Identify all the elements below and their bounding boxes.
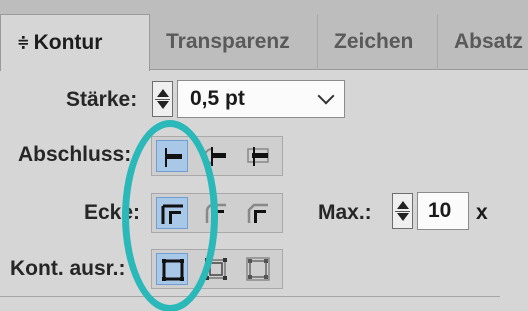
stepper-up-icon[interactable]: [157, 89, 169, 97]
bevel-join-icon: [247, 203, 268, 223]
ecke-group: [151, 193, 283, 233]
kontur-ausrichten-group: [151, 249, 283, 289]
panel-divider: [0, 296, 500, 297]
tab-kontur[interactable]: ≑ Kontur: [0, 14, 150, 71]
staerke-field[interactable]: 0,5 pt: [177, 80, 345, 118]
stepper-divider: [155, 99, 170, 100]
tab-zeichen[interactable]: Zeichen: [318, 14, 438, 70]
panel-tab-bar: ≑ Kontur Transparenz Zeichen Absatz: [0, 0, 528, 71]
align-inside-button[interactable]: [200, 253, 232, 285]
butt-cap-icon: [165, 148, 182, 167]
staerke-value[interactable]: 0,5 pt: [190, 87, 245, 110]
ecke-label: Ecke:: [84, 201, 141, 224]
round-cap-button[interactable]: [200, 140, 232, 172]
align-center-icon: [162, 259, 184, 281]
align-outside-icon: [246, 257, 270, 281]
projecting-cap-button[interactable]: [242, 140, 274, 172]
miter-join-button[interactable]: [156, 197, 188, 229]
max-label: Max.:: [318, 201, 372, 224]
round-cap-icon: [204, 147, 226, 166]
abschluss-label: Abschluss:: [18, 143, 132, 166]
max-field[interactable]: 10: [417, 192, 469, 230]
bevel-join-button[interactable]: [242, 197, 274, 229]
chevron-down-icon[interactable]: [317, 87, 335, 105]
staerke-stepper[interactable]: [152, 81, 173, 117]
max-unit: x: [476, 201, 488, 224]
round-join-button[interactable]: [200, 197, 232, 229]
stepper-down-icon[interactable]: [157, 101, 169, 109]
abschluss-group: [151, 136, 283, 176]
projecting-cap-icon: [247, 147, 269, 166]
max-stepper[interactable]: [392, 193, 413, 229]
staerke-label: Stärke:: [66, 88, 138, 111]
tab-transparenz[interactable]: Transparenz: [150, 14, 318, 70]
align-inside-icon: [205, 258, 227, 280]
align-center-button[interactable]: [156, 253, 188, 285]
kontur-ausrichten-label: Kont. ausr.:: [10, 257, 126, 280]
miter-join-icon: [161, 204, 183, 224]
tab-expand-arrows-icon[interactable]: ≑: [17, 34, 30, 51]
tab-absatz[interactable]: Absatz: [438, 14, 528, 70]
round-join-icon: [205, 203, 226, 223]
butt-cap-button[interactable]: [156, 140, 188, 172]
stepper-divider: [395, 211, 410, 212]
align-outside-button[interactable]: [242, 253, 274, 285]
stepper-up-icon[interactable]: [397, 201, 409, 209]
stepper-down-icon[interactable]: [397, 213, 409, 221]
